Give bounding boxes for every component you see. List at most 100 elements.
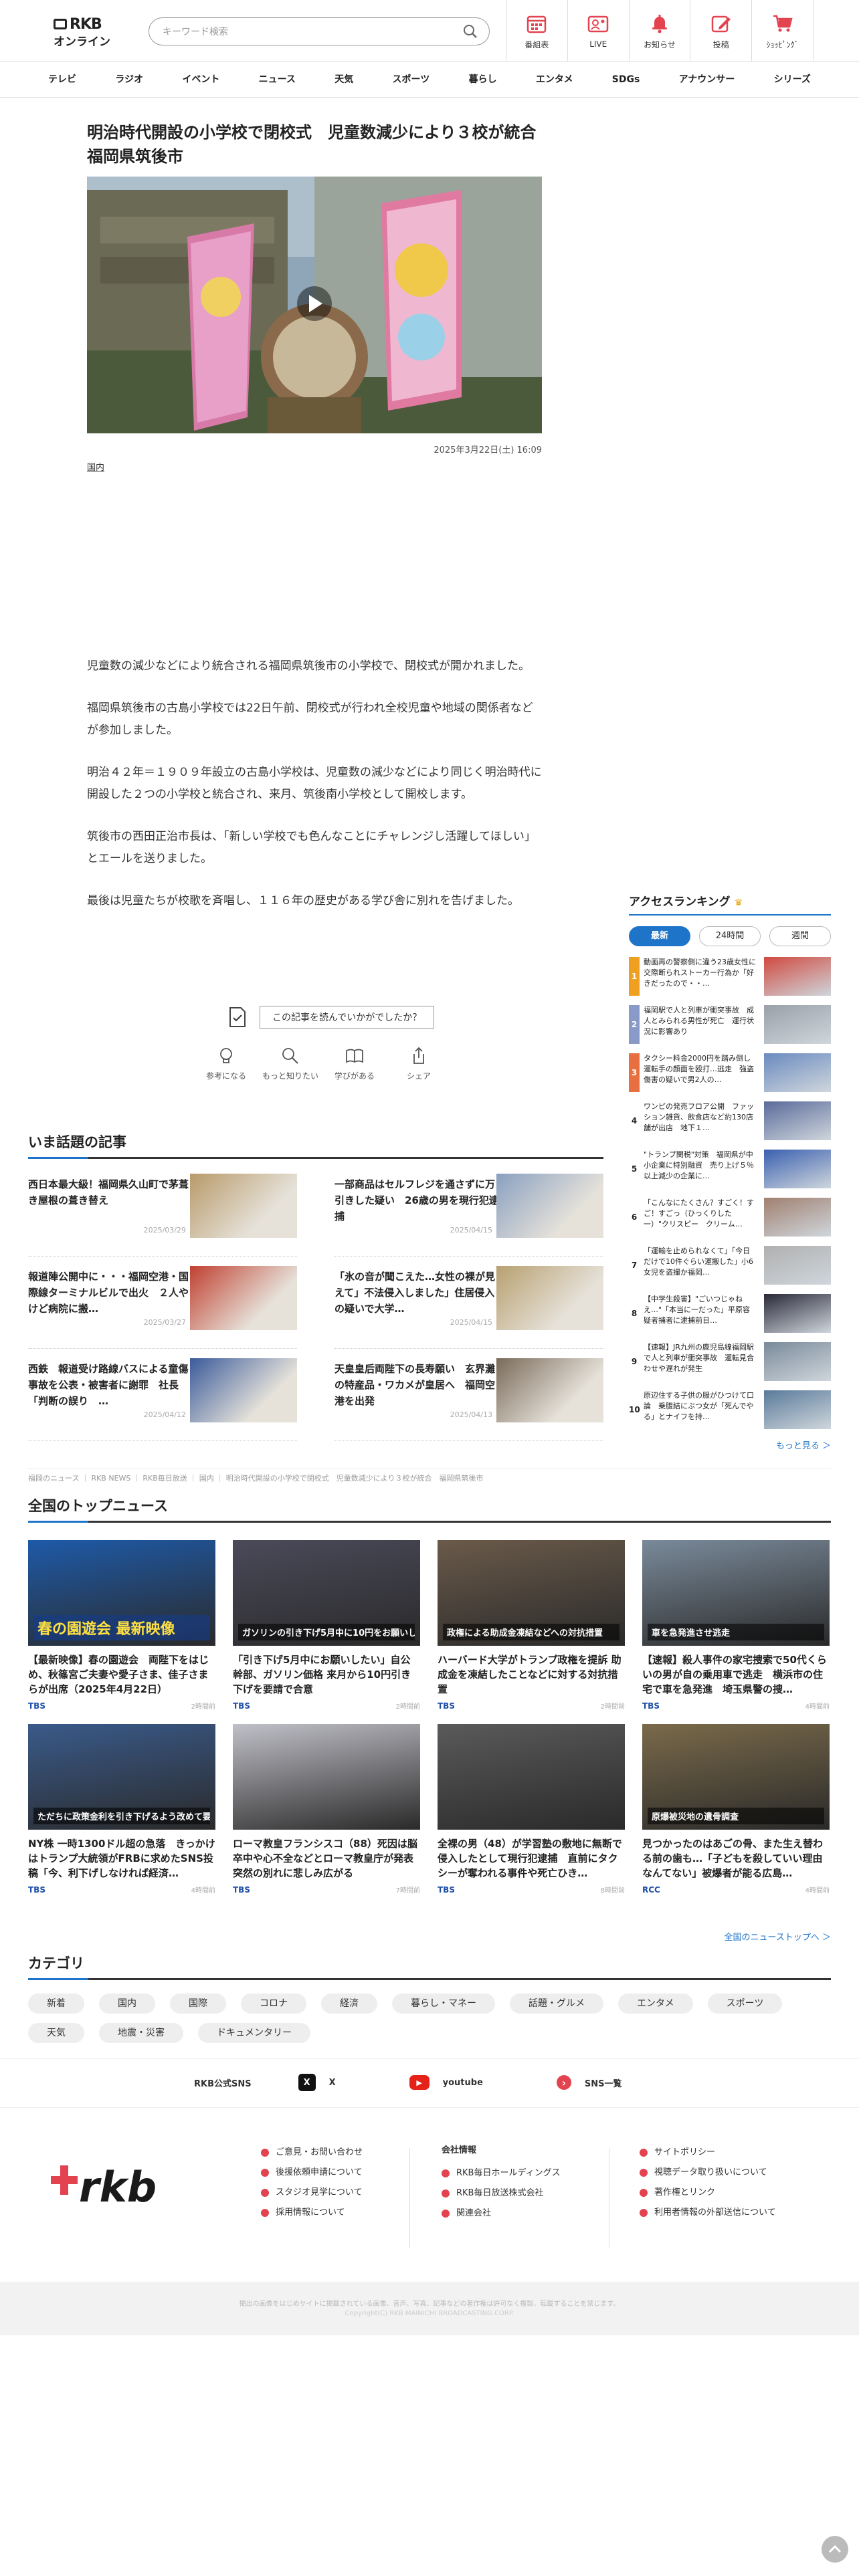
top-news-time: 8時間前 <box>600 1887 625 1895</box>
feedback-useful-button[interactable]: 参考になる <box>194 1046 258 1081</box>
footer-link[interactable]: 後援依頼申請について <box>261 2163 363 2183</box>
search-icon[interactable] <box>462 23 478 39</box>
gnav-item-sdgs[interactable]: SDGs <box>593 62 659 98</box>
top-news-more-link[interactable]: 全国のニューストップへ ＞ <box>725 1930 831 1943</box>
top-news-card[interactable]: ガソリンの引き下げ5月中に10円をお願いしたい「引き下げ5月中にお願いしたい」自… <box>233 1540 420 1711</box>
trending-card[interactable]: 天皇皇后両陛下の長寿願い 玄界灘の特産品・ワカメが皇居へ 福岡空港を出発 2025… <box>335 1358 603 1441</box>
ranking-item[interactable]: 3 タクシー料金2000円を踏み倒し運転手の顔面を殴打…逃走 強盗傷害の疑いで男2… <box>629 1053 831 1092</box>
gnav-item-news[interactable]: ニュース <box>240 62 314 98</box>
category-chip[interactable]: 国内 <box>99 1994 155 2014</box>
gnav-item-weather[interactable]: 天気 <box>316 62 372 98</box>
sns-link-label: youtube <box>442 2077 483 2088</box>
footer-link[interactable]: 著作権とリンク <box>640 2183 776 2203</box>
article-video[interactable] <box>87 177 542 433</box>
category-chip[interactable]: コロナ <box>241 1994 306 2014</box>
trending-card[interactable]: 「氷の音が聞こえた…女性の裸が見えて」不法侵入しました」住居侵入の疑いで大学… 2… <box>335 1266 603 1349</box>
sns-link-youtube[interactable]: ▶ youtube <box>409 2075 483 2090</box>
ranking-item[interactable]: 2 福岡駅で人と列車が衝突事故 成人とみられる男性が死亡 運行状況に影響あり <box>629 1005 831 1044</box>
footer-link[interactable]: 採用情報について <box>261 2203 363 2223</box>
category-chip[interactable]: エンタメ <box>618 1994 693 2014</box>
ranking-item[interactable]: 5 "トランプ関税"対策 福岡県が中小企業に特別融資 売り上げ５％以上減少の企業に… <box>629 1150 831 1188</box>
global-nav: テレビ ラジオ イベント ニュース 天気 スポーツ 暮らし エンタメ SDGs … <box>0 62 859 98</box>
footer-link[interactable]: 視聴データ取り扱いについて <box>640 2163 776 2183</box>
ranking-tab-weekly[interactable]: 週間 <box>769 926 831 946</box>
top-news-card[interactable]: ただちに政策金利を引き下げるよう改めて要求 NY株 一時1300ドル超の急落 きっ… <box>28 1724 215 1895</box>
ranking-tab-24h[interactable]: 24時間 <box>699 926 761 946</box>
trending-card[interactable]: 西日本最大級！福岡県久山町で茅葺き屋根の葺き替え 2025/03/29 <box>28 1174 297 1257</box>
top-news-time: 2時間前 <box>600 1703 625 1711</box>
ranking-heading: アクセスランキング ♛ <box>629 892 831 916</box>
footer-link[interactable]: サイトポリシー <box>640 2143 776 2163</box>
gnav-item-event[interactable]: イベント <box>163 62 238 98</box>
trending-card[interactable]: 報道陣公開中に・・・福岡空港・国際線ターミナルビルで出火 ２人やけど病院に搬… 2… <box>28 1266 297 1349</box>
search-input[interactable] <box>163 25 450 39</box>
header-nav-shopping[interactable]: ｼｮｯﾋﾟﾝｸﾞ <box>752 0 814 62</box>
ranking-item[interactable]: 6 「こんなにたくさん？すごく！すご！すごっ（ひっくりした一）"クリスピー クリー… <box>629 1198 831 1237</box>
breadcrumb[interactable]: 福岡のニュース ｜ RKB NEWS ｜ RKB毎日放送 ｜ 国内 ｜ 明治時代… <box>28 1468 831 1483</box>
ranking-item[interactable]: 4 ワンピの発売フロア公開 ファッション雑貨、飲食店など約130店舗が出店 地下１… <box>629 1101 831 1140</box>
category-chip[interactable]: 新着 <box>28 1994 84 2014</box>
category-chip[interactable]: スポーツ <box>707 1994 783 2014</box>
ranking-item[interactable]: 8 【中学生殺害】"ごいつじゃねえ…"「本当に一だった」平原容疑者捕者に逮捕前日… <box>629 1294 831 1333</box>
trending-card-thumbnail <box>496 1358 603 1422</box>
footer-link[interactable]: RKB毎日ホールディングス <box>442 2163 561 2183</box>
sns-link-list[interactable]: › SNS一覧 <box>556 2075 622 2090</box>
category-chip[interactable]: 天気 <box>28 2023 84 2043</box>
header-nav-notice[interactable]: お知らせ <box>630 0 691 62</box>
category-chip[interactable]: 地震・災害 <box>99 2023 183 2043</box>
feedback-share-button[interactable]: シェア <box>387 1046 451 1081</box>
feedback-button-label: シェア <box>406 1071 431 1081</box>
ranking-item[interactable]: 9 【速報】JR九州の鹿児島線福岡駅で人と列車が衝突事故 運転見合わせや遅れが発生 <box>629 1342 831 1381</box>
feedback-learn-button[interactable]: 学びがある <box>322 1046 387 1081</box>
top-news-card[interactable]: 政権による助成金凍結などへの対抗措置 ハーバード大学がトランプ政権を提訴 助成金を… <box>438 1540 625 1711</box>
trending-card[interactable]: 一部商品はセルフレジを通さずに万引きした疑い 26歳の男を現行犯逮捕 2025/0… <box>335 1174 603 1257</box>
category-chip[interactable]: 暮らし・マネー <box>392 1994 495 2014</box>
gnav-item-entertainment[interactable]: エンタメ <box>517 62 592 98</box>
top-news-card[interactable]: 原爆被災地の遺骨調査 見つかったのはあごの骨、また生え替わる前の歯も…「子どもを殺… <box>642 1724 830 1895</box>
category-chip[interactable]: ドキュメンタリー <box>198 2023 310 2043</box>
gnav-item-radio[interactable]: ラジオ <box>96 62 162 98</box>
footer-link[interactable]: 関連会社 <box>442 2204 561 2224</box>
copyright-notice: 掲出の画像をはじめサイトに掲載されている画像、音声、写真、記事などの著作権は許可… <box>239 2300 620 2308</box>
trending-grid: 西日本最大級！福岡県久山町で茅葺き屋根の葺き替え 2025/03/29 一部商品はセ… <box>28 1174 603 1451</box>
sns-link-x[interactable]: XX <box>298 2074 336 2091</box>
footer-link[interactable]: 利用者情報の外部送信について <box>640 2203 776 2223</box>
category-chip[interactable]: 国際 <box>170 1994 226 2014</box>
gnav-item-series[interactable]: シリーズ <box>755 62 830 98</box>
footer-link[interactable]: スタジオ見学について <box>261 2183 363 2203</box>
gnav-item-sports[interactable]: スポーツ <box>374 62 449 98</box>
gnav-item-announcer[interactable]: アナウンサー <box>660 62 754 98</box>
ranking-item[interactable]: 10 原辺住する子供の服がひつけて口論 乗腹結にぶつ女が「死んでやる」とナイフを持… <box>629 1390 831 1429</box>
gnav-item-tv[interactable]: テレビ <box>29 62 95 98</box>
ranking-list: 1 動画再の警察側に違う23歳女性に交際断られストーカー行為か「好きだったので・・… <box>629 957 831 1429</box>
top-news-card[interactable]: ローマ教皇フランシスコ（88）死因は脳卒中や心不全などとローマ教皇庁が発表 突然… <box>233 1724 420 1895</box>
rkb-logo[interactable]: rkb <box>48 2153 169 2214</box>
header-nav-schedule[interactable]: 番組表 <box>506 0 568 62</box>
category-chip[interactable]: 話題・グルメ <box>510 1994 603 2014</box>
ranking-item-title: 動画再の警察側に違う23歳女性に交際断られストーカー行為か「好きだったので・・… <box>644 958 756 988</box>
ranking-item[interactable]: 7 「運輸を止められなくて」「今日だけで10件ぐらい運搬した」小6女児を盗撮か福岡… <box>629 1246 831 1285</box>
feedback-more-button[interactable]: もっと知りたい <box>258 1046 322 1081</box>
ranking-more-link[interactable]: もっと見る ＞ <box>629 1438 831 1451</box>
article-category-tag[interactable]: 国内 <box>87 460 104 473</box>
ranking-tab-latest[interactable]: 最新 <box>629 926 690 946</box>
copyright-text: Copyright(C) RKB MAINICHI BROADCASTING C… <box>345 2310 514 2317</box>
top-news-card[interactable]: 春の園遊会 最新映像 【最新映像】春の園遊会 両陛下をはじめ、秋篠宮ご夫妻や愛子さ… <box>28 1540 215 1711</box>
category-heading: カテゴリ <box>28 1953 831 1980</box>
cart-icon <box>773 15 793 31</box>
footer-link[interactable]: RKB毎日放送株式会社 <box>442 2183 561 2204</box>
ranking-number: 1 <box>629 957 640 996</box>
top-news-source: TBS <box>28 1701 45 1711</box>
header-nav-post[interactable]: 投稿 <box>690 0 753 62</box>
gnav-item-life[interactable]: 暮らし <box>450 62 516 98</box>
top-news-card[interactable]: 全裸の男（48）が学習塾の敷地に無断で侵入したとして現行犯逮捕 直前にタクシーが… <box>438 1724 625 1895</box>
back-to-top-button[interactable] <box>822 2536 848 2563</box>
category-chip[interactable]: 経済 <box>321 1994 377 2014</box>
trending-card[interactable]: 西鉄 報道受け路線バスによる童傷事故を公表・被害者に謝罪 社長「判断の誤り … 2… <box>28 1358 297 1441</box>
sns-link-label: X <box>328 2077 336 2088</box>
top-news-card[interactable]: 車を急発進させ逃走 【速報】殺人事件の家宅捜索で50代くらいの男が自の乗用車で逃走… <box>642 1540 830 1711</box>
rkb-online-logo[interactable]: RKB オンライン <box>54 16 114 49</box>
ranking-item[interactable]: 1 動画再の警察側に違う23歳女性に交際断られストーカー行為か「好きだったので・・… <box>629 957 831 996</box>
header-nav-live[interactable]: LIVE <box>568 0 630 62</box>
footer-link[interactable]: ご意見・お問い合わせ <box>261 2143 363 2163</box>
